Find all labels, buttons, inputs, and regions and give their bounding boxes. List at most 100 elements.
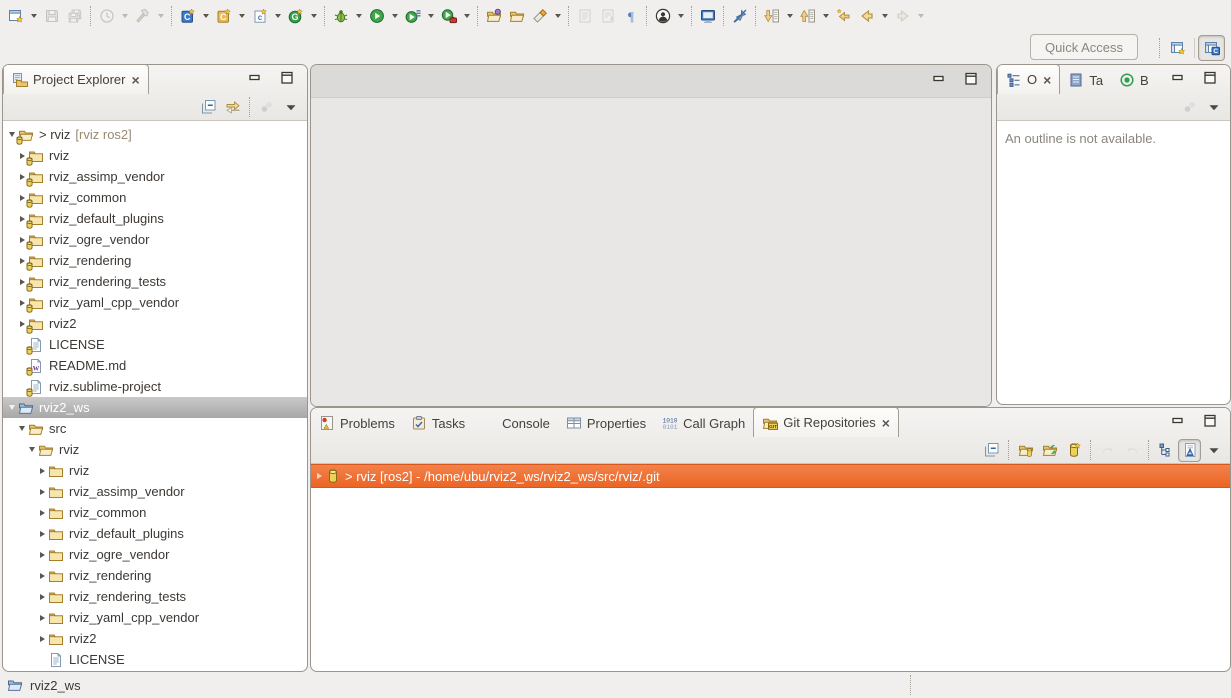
link-with-editor-button[interactable] <box>221 96 244 119</box>
profile-button[interactable] <box>401 4 424 27</box>
new-cpp-project-dropdown-button[interactable] <box>307 4 320 27</box>
next-annotation-dropdown-button[interactable] <box>783 4 796 27</box>
collapse-arrow-icon[interactable] <box>7 405 17 410</box>
tab-problems[interactable]: Problems <box>311 409 403 437</box>
tab-console[interactable]: Console <box>473 409 558 437</box>
tree-item-rviz-ogre-vendor[interactable]: rviz_ogre_vendor <box>3 229 307 250</box>
tree-item-rviz-yaml-cpp-vendor[interactable]: rviz_yaml_cpp_vendor <box>3 292 307 313</box>
pin-editor-button[interactable] <box>728 4 751 27</box>
tab-git-repositories[interactable]: GITGit Repositories× <box>753 407 899 437</box>
open-type-button[interactable] <box>482 4 505 27</box>
tree-item-src[interactable]: src <box>3 418 307 439</box>
tab-tasks[interactable]: Tasks <box>403 409 473 437</box>
run-coverage-dropdown-button[interactable] <box>460 4 473 27</box>
tree-item-rviz-common[interactable]: rviz_common <box>3 502 307 523</box>
next-annotation-button[interactable] <box>760 4 783 27</box>
new-dropdown-button[interactable] <box>27 4 40 27</box>
tree-item-rviz-default-plugins[interactable]: rviz_default_plugins <box>3 523 307 544</box>
maximize-button[interactable] <box>1198 411 1222 431</box>
tab-ta[interactable]: Ta <box>1060 66 1111 94</box>
maximize-button[interactable] <box>959 69 983 89</box>
user-account-button[interactable] <box>651 4 674 27</box>
tree-item-rviz[interactable]: rviz <box>3 460 307 481</box>
expand-arrow-icon[interactable] <box>37 468 47 474</box>
minimize-button[interactable] <box>1166 411 1190 431</box>
expand-arrow-icon[interactable] <box>37 552 47 558</box>
expand-arrow-icon[interactable] <box>37 510 47 516</box>
tab-b[interactable]: B <box>1111 66 1157 94</box>
expand-arrow-icon[interactable] <box>37 636 47 642</box>
git-repository-row[interactable]: > rviz [ros2] - /home/ubu/rviz2_ws/rviz2… <box>311 464 1230 488</box>
tab-project-explorer[interactable]: Project Explorer × <box>3 64 149 94</box>
tree-item-rviz2[interactable]: rviz2 <box>3 313 307 334</box>
run-dropdown-button[interactable] <box>388 4 401 27</box>
new-c-source-button[interactable]: c <box>248 4 271 27</box>
back-button[interactable] <box>855 4 878 27</box>
cpp-perspective-button[interactable]: C <box>1198 35 1225 61</box>
tree-item-rviz-rendering-tests[interactable]: rviz_rendering_tests <box>3 271 307 292</box>
tree-item-rviz-rendering[interactable]: rviz_rendering <box>3 250 307 271</box>
tree-item-rviz-yaml-cpp-vendor[interactable]: rviz_yaml_cpp_vendor <box>3 607 307 628</box>
hierarchy-layout-button[interactable] <box>1154 439 1177 462</box>
new-c-class-button[interactable]: C <box>176 4 199 27</box>
create-repository-button[interactable] <box>1062 439 1085 462</box>
view-menu-button[interactable] <box>1202 96 1225 119</box>
minimize-button[interactable] <box>927 69 951 89</box>
close-icon[interactable]: × <box>1043 73 1051 87</box>
add-repository-button[interactable] <box>1014 439 1037 462</box>
previous-annotation-button[interactable] <box>796 4 819 27</box>
new-c-source-dropdown-button[interactable] <box>271 4 284 27</box>
collapse-arrow-icon[interactable] <box>27 447 37 452</box>
back-dropdown-button[interactable] <box>878 4 891 27</box>
tree-item-rviz[interactable]: rviz <box>3 145 307 166</box>
view-menu-button[interactable] <box>279 96 302 119</box>
tree-item-rviz[interactable]: rviz <box>3 439 307 460</box>
tree-item-rviz-rendering-tests[interactable]: rviz_rendering_tests <box>3 586 307 607</box>
maximize-button[interactable] <box>275 68 299 88</box>
run-coverage-button[interactable] <box>437 4 460 27</box>
open-console-button[interactable] <box>696 4 719 27</box>
minimize-button[interactable] <box>1166 68 1190 88</box>
tab-call-graph[interactable]: 10100101Call Graph <box>654 409 753 437</box>
expand-arrow-icon[interactable] <box>37 531 47 537</box>
new-c-class-dropdown-button[interactable] <box>199 4 212 27</box>
collapse-all-button[interactable] <box>980 439 1003 462</box>
clone-repository-button[interactable] <box>1038 439 1061 462</box>
new-button[interactable] <box>4 4 27 27</box>
tree-item-rviz[interactable]: > rviz[rviz ros2] <box>3 124 307 145</box>
tree-item-rviz-common[interactable]: rviz_common <box>3 187 307 208</box>
tree-item-rviz2-ws[interactable]: rviz2_ws <box>3 397 307 418</box>
search-dropdown-button[interactable] <box>551 4 564 27</box>
tab-properties[interactable]: Properties <box>558 409 654 437</box>
tree-item-rviz-ogre-vendor[interactable]: rviz_ogre_vendor <box>3 544 307 565</box>
new-cpp-project-button[interactable]: G <box>284 4 307 27</box>
last-edit-location-button[interactable] <box>832 4 855 27</box>
tree-item-rviz-default-plugins[interactable]: rviz_default_plugins <box>3 208 307 229</box>
quick-access-button[interactable]: Quick Access <box>1030 34 1138 60</box>
branch-name-toggle-button[interactable] <box>1178 439 1201 462</box>
tree-item-license[interactable]: LICENSE <box>3 649 307 670</box>
debug-button[interactable] <box>329 4 352 27</box>
collapse-arrow-icon[interactable] <box>17 426 27 431</box>
collapse-all-button[interactable] <box>197 96 220 119</box>
open-resource-button[interactable] <box>505 4 528 27</box>
expand-arrow-icon[interactable] <box>37 615 47 621</box>
new-c-header-dropdown-button[interactable] <box>235 4 248 27</box>
maximize-button[interactable] <box>1198 68 1222 88</box>
show-whitespace-button[interactable]: ¶ <box>619 4 642 27</box>
tree-item-rviz-rendering[interactable]: rviz_rendering <box>3 565 307 586</box>
tree-item-license[interactable]: LICENSE <box>3 334 307 355</box>
expand-arrow-icon[interactable] <box>37 573 47 579</box>
search-button[interactable] <box>528 4 551 27</box>
expand-arrow-icon[interactable] <box>37 594 47 600</box>
close-icon[interactable]: × <box>131 73 139 87</box>
tree-item-rviz2[interactable]: rviz2 <box>3 628 307 649</box>
expand-arrow-icon[interactable] <box>314 473 324 479</box>
run-button[interactable] <box>365 4 388 27</box>
tree-item-rviz-assimp-vendor[interactable]: rviz_assimp_vendor <box>3 481 307 502</box>
open-perspective-button[interactable] <box>1164 35 1191 61</box>
previous-annotation-dropdown-button[interactable] <box>819 4 832 27</box>
user-account-dropdown-button[interactable] <box>674 4 687 27</box>
close-icon[interactable]: × <box>882 416 890 430</box>
minimize-button[interactable] <box>243 68 267 88</box>
